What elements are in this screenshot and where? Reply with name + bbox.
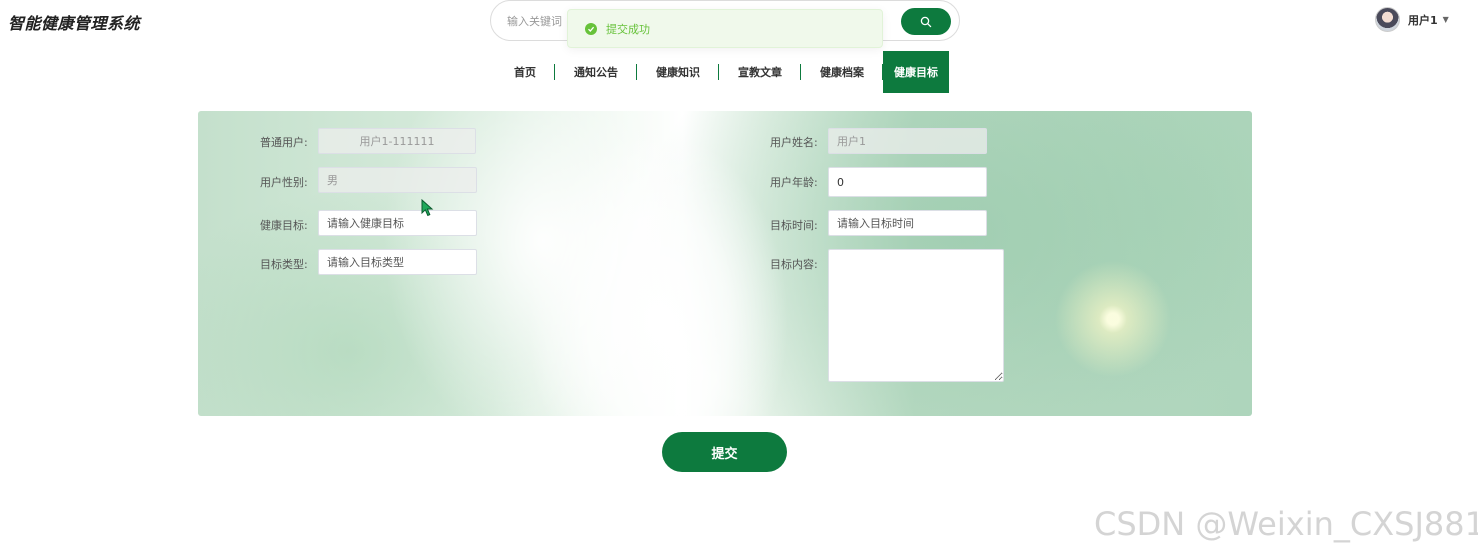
user-name: 用户1	[1408, 13, 1438, 27]
app-logo: 智能健康管理系统	[8, 14, 141, 33]
health-goal-form: 普通用户: 用户性别: 健康目标: 目标类型: 用户姓名: 用户年龄: 目标时间…	[198, 111, 1252, 416]
nav-item-articles[interactable]: 宣教文章	[719, 51, 801, 93]
nav-item-health-records[interactable]: 健康档案	[801, 51, 883, 93]
user-age-input[interactable]	[828, 167, 987, 197]
submit-button[interactable]: 提交	[662, 432, 787, 472]
toast-message: 提交成功	[606, 22, 650, 36]
gender-label: 用户性别:	[260, 176, 308, 189]
user-age-label: 用户年龄:	[770, 176, 818, 189]
nav-item-notices[interactable]: 通知公告	[555, 51, 637, 93]
main-nav: 首页 通知公告 健康知识 宣教文章 健康档案 健康目标	[495, 51, 949, 93]
health-goal-label: 健康目标:	[260, 219, 308, 232]
goal-content-label: 目标内容:	[770, 258, 818, 271]
goal-content-textarea[interactable]	[828, 249, 1004, 382]
watermark: CSDN @Weixin_CXSJ881	[1094, 505, 1478, 543]
user-name-label: 用户姓名:	[770, 136, 818, 149]
nav-item-health-goals[interactable]: 健康目标	[883, 51, 949, 93]
search-icon	[920, 16, 932, 27]
goal-type-input[interactable]	[318, 249, 477, 275]
user-account-label: 普通用户:	[260, 136, 308, 149]
health-goal-input[interactable]	[318, 210, 477, 236]
mouse-cursor-icon	[421, 199, 434, 217]
avatar	[1375, 7, 1400, 32]
check-circle-icon	[585, 22, 597, 35]
user-account-field	[318, 128, 476, 154]
user-menu[interactable]: 用户1 ▼	[1375, 7, 1449, 32]
goal-time-input[interactable]	[828, 210, 987, 236]
nav-item-health-knowledge[interactable]: 健康知识	[637, 51, 719, 93]
goal-time-label: 目标时间:	[770, 219, 818, 232]
gender-field	[318, 167, 477, 193]
success-toast: 提交成功	[567, 9, 883, 48]
search-button[interactable]	[901, 8, 951, 35]
user-name-field	[828, 128, 987, 154]
chevron-down-icon: ▼	[1442, 15, 1449, 24]
nav-item-home[interactable]: 首页	[495, 51, 555, 93]
goal-type-label: 目标类型:	[260, 258, 308, 271]
